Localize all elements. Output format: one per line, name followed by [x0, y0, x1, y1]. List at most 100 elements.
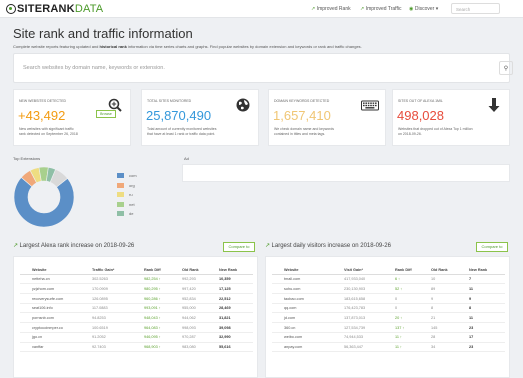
table-cell: 92.7403 — [92, 345, 106, 349]
legend-label: org — [129, 182, 135, 188]
search-icon: ⚲ — [503, 65, 509, 72]
table-cell: 137,873,013 — [344, 315, 366, 320]
legend-item-ru[interactable]: ru — [117, 190, 137, 200]
column-header[interactable]: New Rank — [469, 268, 487, 272]
visitors-table-panel: Website Visit Gain* Rank Diff Old Rank New R… — [265, 256, 510, 378]
legend-swatch — [117, 192, 124, 198]
table-cell: 944,062 — [182, 315, 196, 320]
table-cell: 960,286 ↑ — [144, 296, 161, 301]
extensions-legend: com org ru net de — [117, 171, 137, 219]
website-link[interactable]: jd.com — [284, 316, 295, 320]
website-link[interactable]: jgo.cn — [32, 335, 42, 339]
table-cell: 176,423,783 — [344, 306, 366, 311]
table-cell: 11 — [469, 286, 474, 291]
legend-item-de[interactable]: de — [117, 209, 137, 219]
compass-icon: ◉ — [409, 6, 414, 12]
website-link[interactable]: pornsnb.com — [32, 316, 54, 320]
table-cell: 946,095 ↑ — [144, 335, 161, 340]
visitors-compare-button[interactable]: Compare to — [476, 242, 508, 252]
website-link[interactable]: yzjzhom.com — [32, 287, 54, 291]
search-button[interactable]: ⚲ — [499, 61, 513, 75]
legend-item-net[interactable]: net — [117, 200, 137, 210]
website-link[interactable]: seat106.info — [32, 306, 53, 310]
logo[interactable]: SITERANKDATA — [6, 3, 103, 15]
nav-improved-rank[interactable]: ↗ Improved Rank — [311, 0, 351, 18]
column-header[interactable]: Rank Diff — [395, 268, 412, 272]
table-cell: 34 — [431, 345, 436, 349]
table-cell: 964,083 ↑ — [144, 325, 161, 330]
column-header[interactable]: Traffic Gain* — [92, 268, 114, 272]
chart-up-icon: ↗ — [13, 243, 19, 249]
table-cell: 94.8253 — [92, 315, 106, 320]
table-cell: 980,295 ↑ — [144, 286, 161, 291]
alexa-heading: ↗ Largest Alexa rank increase on 2018-09-… — [13, 243, 135, 249]
table-row: tmall.com 417,933,040 6 ↑ 10 7 — [272, 275, 505, 285]
header-search-input[interactable]: Search — [451, 3, 500, 14]
website-link[interactable]: anpay.com — [284, 345, 302, 349]
website-link[interactable]: weibo.com — [284, 335, 302, 339]
globe-icon — [236, 98, 250, 112]
website-link[interactable]: sohu.com — [284, 287, 300, 291]
legend-label: net — [129, 201, 135, 207]
column-header[interactable]: Website — [32, 268, 47, 272]
table-cell: 998,093 — [182, 325, 196, 330]
website-link[interactable]: recoverysurfe.com — [32, 297, 63, 301]
stat-out-of-alexa: Sites out of Alexa 1mil 498,028 Websites… — [392, 89, 510, 146]
table-header-row: Website Visit Gain* Rank Diff Old Rank New R… — [272, 265, 505, 275]
table-cell: 983,080 — [182, 345, 196, 349]
website-link[interactable]: tmall.com — [284, 277, 300, 281]
magnifier-plus-icon — [108, 98, 122, 112]
website-link[interactable]: cryptocoinmper.co — [32, 326, 63, 330]
table-cell: 145 — [431, 325, 438, 330]
table-row: anpay.com 56,363,447 11 ↑ 34 23 — [272, 343, 505, 353]
website-link[interactable]: taobao.com — [284, 297, 304, 301]
table-cell: 0 — [395, 306, 398, 311]
table-cell: 955,000 — [182, 306, 196, 311]
table-cell: 997,420 — [182, 286, 196, 291]
nav-improved-traffic[interactable]: ↗ Improved Traffic — [360, 0, 401, 18]
column-header[interactable]: Old Rank — [431, 268, 448, 272]
table-cell: 28 — [431, 335, 436, 340]
website-link[interactable]: netteha.cn — [32, 277, 50, 281]
column-header[interactable]: Old Rank — [182, 268, 199, 272]
nav-discover[interactable]: ◉ Discover ▾ — [409, 0, 438, 18]
table-cell: 117.0883 — [92, 306, 108, 311]
legend-item-com[interactable]: com — [117, 171, 137, 181]
column-header[interactable]: Visit Gain* — [344, 268, 363, 272]
table-cell: 126.0895 — [92, 296, 108, 301]
legend-label: ru — [129, 192, 133, 198]
table-cell: 17,125 — [219, 286, 231, 291]
stat-new-websites: New websites detected +43,492 Browse New… — [13, 89, 131, 146]
website-link[interactable]: qq.com — [284, 306, 296, 310]
table-row: 360.cn 127,534,739 137 ↑ 145 23 — [272, 323, 505, 333]
table-cell: 100.6519 — [92, 325, 108, 330]
ad-label: Ad — [184, 156, 189, 161]
alexa-compare-button[interactable]: Compare to — [223, 242, 255, 252]
table-cell: 417,933,040 — [344, 277, 366, 282]
table-cell: 17 — [469, 335, 474, 340]
table-cell: 56,363,447 — [344, 345, 364, 349]
stat-value: 498,028 — [397, 108, 444, 123]
table-cell: 9 — [469, 296, 472, 301]
table-cell: 11 ↑ — [395, 345, 402, 349]
legend-swatch — [117, 211, 124, 217]
table-cell: 74,944,533 — [344, 335, 364, 340]
table-cell: 6 ↑ — [395, 277, 401, 282]
column-header[interactable]: Rank Diff — [144, 268, 161, 272]
logo-icon — [6, 4, 16, 14]
table-cell: 968,903 ↑ — [144, 345, 161, 349]
table-cell: 0 — [395, 296, 398, 301]
website-link[interactable]: vanffar — [32, 345, 44, 349]
table-cell: 89 — [431, 286, 436, 291]
legend-item-org[interactable]: org — [117, 181, 137, 191]
website-search-input[interactable]: Search websites by domain name, keywords… — [23, 62, 481, 76]
table-cell: 21 — [431, 315, 436, 320]
table-cell: 23 — [469, 325, 474, 330]
stat-value: +43,492 — [18, 108, 66, 123]
table-cell: 137 ↑ — [395, 325, 405, 330]
website-link[interactable]: 360.cn — [284, 326, 295, 330]
table-cell: 982,254 ↑ — [144, 277, 161, 282]
column-header[interactable]: New Rank — [219, 268, 237, 272]
table-cell: 28,469 — [219, 306, 231, 311]
column-header[interactable]: Website — [284, 268, 299, 272]
